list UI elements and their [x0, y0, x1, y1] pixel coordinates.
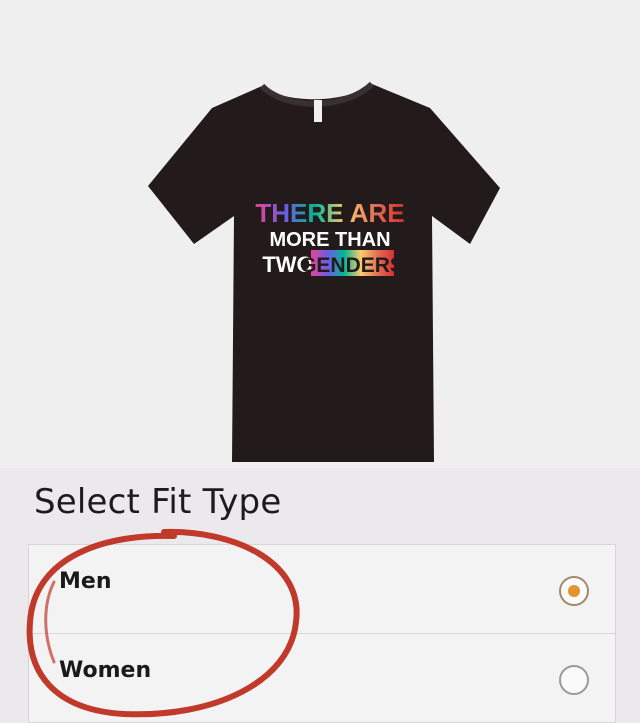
shirt-print-line2: MORE THAN	[269, 229, 390, 251]
product-image-area: THERE ARE MORE THAN TWO GENDERS	[0, 0, 640, 468]
fit-option-men[interactable]: Men	[29, 545, 615, 634]
fit-type-title: Select Fit Type	[34, 482, 282, 522]
shirt-print-line1: THERE ARE	[255, 198, 404, 228]
fit-option-women[interactable]: Women	[29, 634, 615, 723]
fit-options-list: Men Women	[28, 544, 616, 723]
tshirt-image: THERE ARE MORE THAN TWO GENDERS	[148, 81, 500, 462]
fit-option-label: Women	[59, 658, 152, 683]
radio-unselected-icon[interactable]	[559, 665, 589, 695]
shirt-print: THERE ARE MORE THAN TWO GENDERS	[255, 198, 404, 277]
fit-option-label: Men	[59, 569, 112, 594]
shirt-print-line3-b: GENDERS	[300, 254, 404, 277]
radio-selected-icon[interactable]	[559, 576, 589, 606]
fit-type-panel: Select Fit Type Men Women	[0, 468, 640, 723]
radio-dot-icon	[568, 585, 580, 597]
